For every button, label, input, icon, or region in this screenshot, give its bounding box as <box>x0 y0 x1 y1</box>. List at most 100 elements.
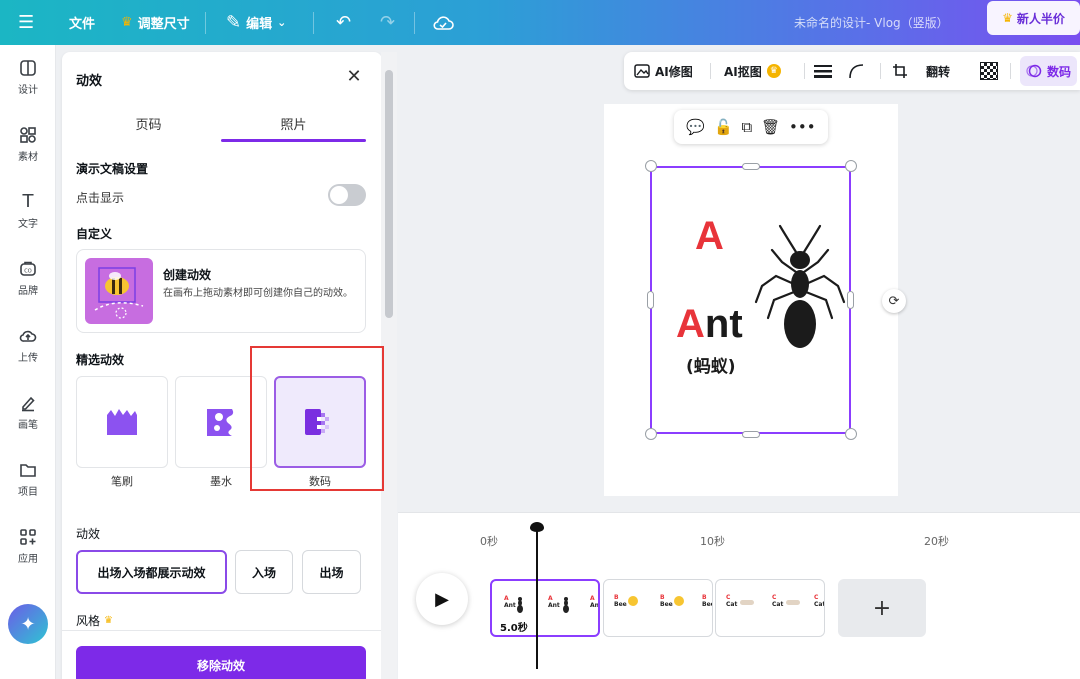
playhead-handle[interactable] <box>530 522 544 532</box>
transparency-button[interactable] <box>980 52 998 90</box>
play-button[interactable]: ▶ <box>416 573 468 625</box>
rail-item-apps[interactable]: 应用 <box>0 518 56 574</box>
clip-preview: BBee <box>614 594 627 608</box>
layout-icon <box>20 59 36 76</box>
image-toolbar: AI修图 AI抠图 ♛ 翻转 数码 <box>624 52 1080 90</box>
text-icon: T <box>22 191 34 212</box>
style-section-title: 风格 ♛ <box>76 612 113 629</box>
toolbar-divider <box>804 63 805 79</box>
play-icon: ▶ <box>435 588 449 610</box>
rail-label: 文字 <box>18 218 38 230</box>
scrollbar-thumb[interactable] <box>385 70 393 318</box>
plus-icon: + <box>872 595 892 621</box>
comment-add-icon[interactable]: 💬 <box>686 118 705 136</box>
svg-text:CO: CO <box>24 268 31 274</box>
promo-button[interactable]: ♛ 新人半价 <box>987 1 1080 35</box>
highlight-annotation <box>250 346 384 491</box>
remove-animation-button[interactable]: 移除动效 <box>76 646 366 679</box>
edit-menu[interactable]: ✎ 编辑 ⌄ <box>226 0 286 45</box>
animation-section-title: 动效 <box>76 527 101 541</box>
resize-handle-br[interactable] <box>845 428 857 440</box>
crop-button[interactable] <box>892 52 908 90</box>
resize-handle-top[interactable] <box>742 163 760 170</box>
timeline-tick: 20秒 <box>924 535 949 548</box>
rail-item-upload[interactable]: 上传 <box>0 317 56 373</box>
document-title[interactable]: 未命名的设计- Vlog（竖版） <box>794 0 949 45</box>
toolbar-divider <box>710 63 711 79</box>
anim-option-both[interactable]: 出场入场都展示动效 <box>76 550 227 594</box>
apps-icon <box>20 528 36 545</box>
resize-handle-tr[interactable] <box>845 160 857 172</box>
topbar-divider <box>313 12 314 34</box>
resize-handle-tl[interactable] <box>645 160 657 172</box>
promo-label: 新人半价 <box>1016 11 1065 26</box>
corner-radius-button[interactable] <box>848 52 864 90</box>
redo-icon: ↷ <box>380 12 396 33</box>
undo-icon: ↶ <box>336 12 352 33</box>
trash-icon[interactable]: 🗑 <box>761 118 780 136</box>
create-animation-card[interactable]: 创建动效 在画布上拖动素材即可创建你自己的动效。 <box>76 249 366 333</box>
resize-handle-right[interactable] <box>847 291 854 309</box>
flip-button[interactable]: 翻转 <box>926 52 950 90</box>
tab-page[interactable]: 页码 <box>76 114 221 133</box>
image-edit-icon <box>634 64 650 78</box>
ai-edit-label: AI修图 <box>655 64 693 79</box>
rail-item-draw[interactable]: 画笔 <box>0 384 56 440</box>
anim-option-exit[interactable]: 出场 <box>302 550 361 594</box>
selection-frame[interactable] <box>650 166 851 434</box>
timeline-clip-ant[interactable]: AAnt AAnt AAnt 5.0秒 <box>490 579 600 637</box>
magic-button[interactable]: ✦ <box>8 604 48 644</box>
edit-label: 编辑 <box>246 17 273 32</box>
more-icon[interactable]: ••• <box>789 118 816 136</box>
redo-button[interactable]: ↷ <box>380 0 395 45</box>
effect-card-brush[interactable] <box>76 376 168 468</box>
resize-handle-bl[interactable] <box>645 428 657 440</box>
clip-preview: C Cat <box>772 594 784 608</box>
element-context-menu: 💬 🔓 ⧉ 🗑 ••• <box>674 110 828 144</box>
rotate-handle[interactable]: ⟳ <box>882 289 906 313</box>
transparency-icon <box>980 62 998 80</box>
menu-button[interactable]: ☰ <box>18 0 34 45</box>
rail-item-projects[interactable]: 项目 <box>0 451 56 507</box>
add-page-button[interactable]: + <box>838 579 926 637</box>
cat-thumbnail-icon <box>786 600 800 605</box>
playhead[interactable] <box>536 528 538 669</box>
topbar-divider <box>414 12 415 34</box>
tab-photo[interactable]: 照片 <box>221 114 366 133</box>
lock-icon[interactable]: 🔓 <box>714 118 733 136</box>
close-icon[interactable]: ✕ <box>345 68 363 86</box>
animation-digital-label: 数码 <box>1047 64 1072 79</box>
resize-handle-left[interactable] <box>647 291 654 309</box>
bee-thumbnail-icon <box>674 596 684 606</box>
ai-cutout-button[interactable]: AI抠图 ♛ <box>724 52 781 90</box>
cloud-save-button[interactable] <box>432 0 454 45</box>
shapes-icon <box>20 126 36 143</box>
border-style-button[interactable] <box>814 52 832 90</box>
chevron-down-icon: ⌄ <box>277 16 287 29</box>
rail-item-brand[interactable]: CO 品牌 <box>0 250 56 306</box>
rail-item-elements[interactable]: 素材 <box>0 116 56 172</box>
undo-button[interactable]: ↶ <box>336 0 351 45</box>
click-to-show-toggle[interactable] <box>328 184 366 206</box>
duplicate-icon[interactable]: ⧉ <box>742 118 753 136</box>
create-animation-description: 在画布上拖动素材即可创建你自己的动效。 <box>163 288 353 299</box>
sparkle-icon: ✦ <box>20 613 36 635</box>
ink-effect-icon <box>207 409 234 436</box>
timeline-clip-cat[interactable]: C Cat C Cat C Cat <box>715 579 825 637</box>
crop-icon <box>893 64 907 78</box>
bee-icon <box>94 267 144 319</box>
rail-item-text[interactable]: T 文字 <box>0 183 56 239</box>
resize-label: 调整尺寸 <box>137 17 190 32</box>
resize-button[interactable]: ♛ 调整尺寸 <box>121 0 190 45</box>
ai-edit-button[interactable]: AI修图 <box>634 52 693 90</box>
file-menu-label: 文件 <box>69 17 96 32</box>
rail-item-design[interactable]: 设计 <box>0 49 56 105</box>
anim-option-enter[interactable]: 入场 <box>235 550 293 594</box>
file-menu[interactable]: 文件 <box>69 0 95 45</box>
panel-divider <box>62 630 382 631</box>
animation-digital-button[interactable]: 数码 <box>1020 56 1078 86</box>
timeline-clip-bee[interactable]: BBee BBee BBee <box>603 579 713 637</box>
resize-handle-bottom[interactable] <box>742 431 760 438</box>
clip-duration: 5.0秒 <box>498 619 530 634</box>
featured-section-title: 精选动效 <box>76 353 125 367</box>
